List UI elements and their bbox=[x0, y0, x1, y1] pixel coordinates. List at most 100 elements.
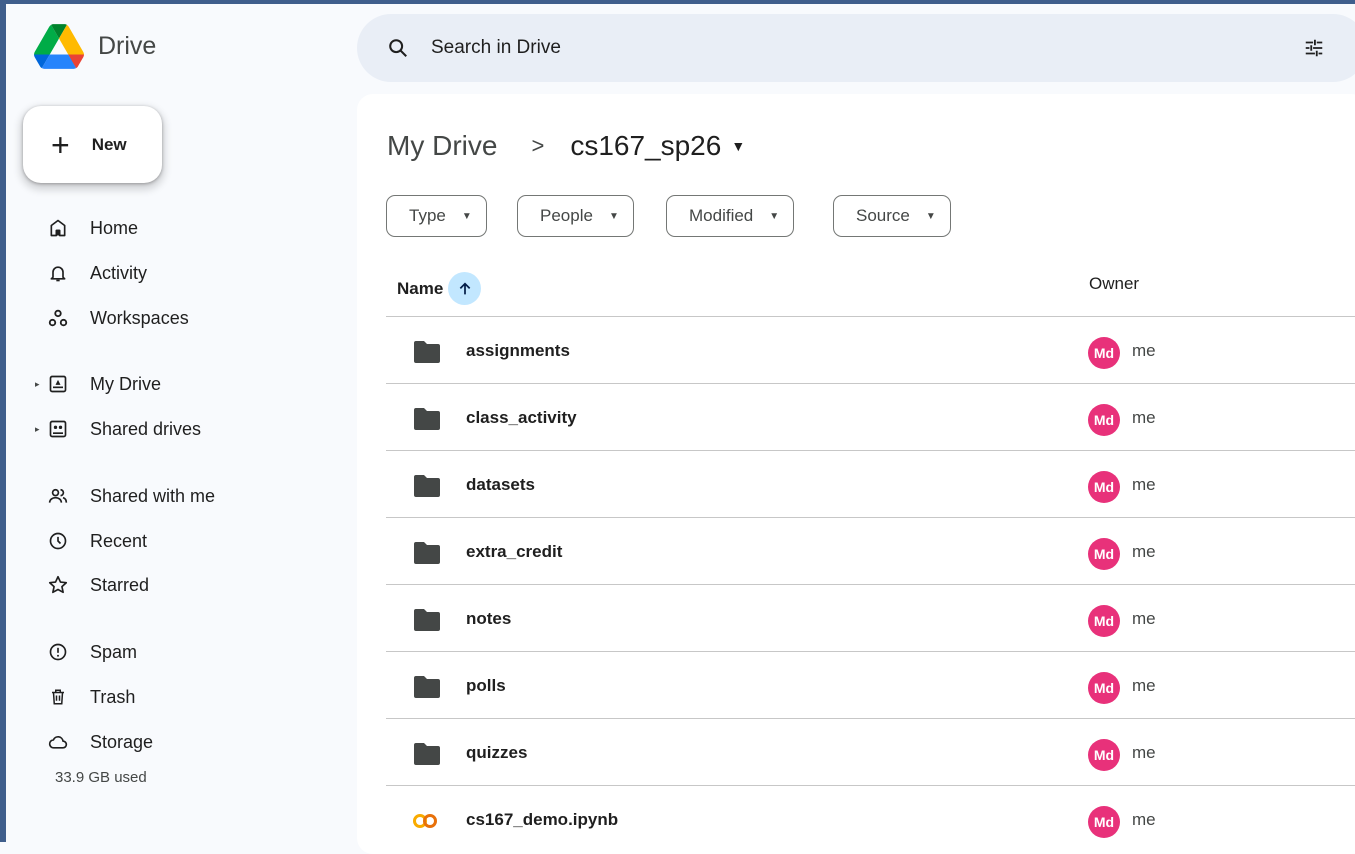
file-name: class_activity bbox=[466, 408, 577, 427]
clock-icon bbox=[47, 530, 69, 552]
workspaces-icon bbox=[47, 307, 69, 329]
folder-icon bbox=[412, 742, 442, 771]
sidebar-item-activity[interactable]: Activity bbox=[30, 257, 147, 289]
drive-logo[interactable]: Drive bbox=[34, 24, 156, 69]
avatar: Md bbox=[1088, 806, 1120, 838]
avatar: Md bbox=[1088, 672, 1120, 704]
storage-used-text: 33.9 GB used bbox=[55, 769, 147, 786]
sidebar-item-label: Starred bbox=[90, 574, 150, 595]
sidebar-item-starred[interactable]: Starred bbox=[30, 569, 149, 601]
dropdown-arrow-icon: ▼ bbox=[608, 210, 619, 222]
drive-logo-icon bbox=[34, 24, 84, 69]
filter-people[interactable]: People ▼ bbox=[517, 195, 634, 237]
sidebar-item-label: Spam bbox=[90, 641, 138, 662]
people-icon bbox=[47, 485, 69, 507]
folder-icon bbox=[412, 474, 442, 503]
avatar: Md bbox=[1088, 404, 1120, 436]
owner-name: me bbox=[1132, 676, 1156, 695]
sidebar-item-storage[interactable]: Storage bbox=[30, 726, 153, 758]
divider bbox=[386, 450, 1355, 451]
search-icon[interactable] bbox=[387, 37, 409, 59]
divider bbox=[386, 517, 1355, 518]
avatar: Md bbox=[1088, 605, 1120, 637]
folder-icon bbox=[412, 541, 442, 570]
file-name: notes bbox=[466, 609, 512, 628]
avatar: Md bbox=[1088, 471, 1120, 503]
filter-label: People bbox=[540, 206, 593, 225]
column-header-name[interactable]: Name bbox=[397, 272, 482, 305]
sidebar-item-my-drive[interactable]: ▸ My Drive bbox=[30, 368, 161, 400]
sidebar-item-label: Home bbox=[90, 217, 139, 238]
sidebar-item-label: Workspaces bbox=[90, 307, 189, 328]
owner-name: me bbox=[1132, 341, 1156, 360]
search-input[interactable]: Search in Drive bbox=[431, 37, 561, 59]
breadcrumb-root[interactable]: My Drive bbox=[387, 130, 497, 162]
folder-icon bbox=[412, 675, 442, 704]
sidebar-item-recent[interactable]: Recent bbox=[30, 525, 147, 557]
dropdown-arrow-icon: ▼ bbox=[769, 210, 780, 222]
filter-modified[interactable]: Modified ▼ bbox=[666, 195, 795, 237]
table-row[interactable]: polls Md me bbox=[386, 653, 1355, 719]
cloud-icon bbox=[47, 731, 69, 753]
new-button[interactable]: + New bbox=[23, 106, 162, 183]
search-options-icon[interactable] bbox=[1303, 37, 1325, 64]
breadcrumb: My Drive > cs167_sp26 ▼ bbox=[387, 130, 745, 162]
sidebar-item-workspaces[interactable]: Workspaces bbox=[30, 302, 189, 334]
divider bbox=[386, 316, 1355, 317]
avatar: Md bbox=[1088, 337, 1120, 369]
filter-source[interactable]: Source ▼ bbox=[833, 195, 951, 237]
sidebar-item-shared-drives[interactable]: ▸ Shared drives bbox=[30, 413, 201, 445]
main-panel: My Drive > cs167_sp26 ▼ Type ▼ People ▼ Mo… bbox=[357, 94, 1355, 854]
sidebar-item-label: My Drive bbox=[90, 373, 161, 394]
table-row[interactable]: cs167_demo.ipynb Md me bbox=[386, 787, 1355, 853]
folder-menu-dropdown-icon[interactable]: ▼ bbox=[731, 138, 745, 154]
expand-caret-icon[interactable]: ▸ bbox=[35, 379, 40, 390]
folder-icon bbox=[412, 407, 442, 436]
file-name: extra_credit bbox=[466, 542, 563, 561]
divider bbox=[386, 718, 1355, 719]
table-row[interactable]: datasets Md me bbox=[386, 452, 1355, 518]
shared-drives-icon bbox=[47, 418, 69, 440]
star-icon bbox=[47, 574, 69, 596]
sort-ascending-icon[interactable] bbox=[448, 272, 482, 305]
sidebar-item-label: Storage bbox=[90, 731, 154, 752]
owner-name: me bbox=[1132, 609, 1156, 628]
file-name: assignments bbox=[466, 341, 570, 360]
column-header-owner[interactable]: Owner bbox=[1089, 274, 1139, 294]
table-row[interactable]: assignments Md me bbox=[386, 318, 1355, 384]
folder-icon bbox=[412, 340, 442, 369]
breadcrumb-current[interactable]: cs167_sp26 bbox=[570, 130, 721, 162]
file-name: polls bbox=[466, 676, 506, 695]
owner-name: me bbox=[1132, 408, 1156, 427]
divider bbox=[386, 584, 1355, 585]
folder-icon bbox=[412, 608, 442, 637]
expand-caret-icon[interactable]: ▸ bbox=[35, 424, 40, 435]
sidebar-item-label: Activity bbox=[90, 262, 148, 283]
home-icon bbox=[47, 217, 69, 239]
table-row[interactable]: quizzes Md me bbox=[386, 720, 1355, 786]
my-drive-icon bbox=[47, 373, 69, 395]
sidebar-item-label: Shared drives bbox=[90, 418, 202, 439]
trash-icon bbox=[47, 686, 69, 708]
file-name: quizzes bbox=[466, 743, 528, 762]
filter-type[interactable]: Type ▼ bbox=[386, 195, 487, 237]
avatar: Md bbox=[1088, 739, 1120, 771]
sidebar-item-label: Trash bbox=[90, 686, 136, 707]
filter-label: Source bbox=[856, 206, 910, 225]
table-row[interactable]: class_activity Md me bbox=[386, 385, 1355, 451]
divider bbox=[386, 785, 1355, 786]
sidebar-item-spam[interactable]: Spam bbox=[30, 636, 137, 668]
owner-name: me bbox=[1132, 542, 1156, 561]
sidebar-item-trash[interactable]: Trash bbox=[30, 681, 135, 713]
sidebar-item-home[interactable]: Home bbox=[30, 212, 138, 244]
divider bbox=[386, 651, 1355, 652]
divider bbox=[386, 383, 1355, 384]
dropdown-arrow-icon: ▼ bbox=[925, 210, 936, 222]
file-name: datasets bbox=[466, 475, 535, 494]
plus-icon: + bbox=[51, 126, 70, 163]
sidebar-item-shared-with-me[interactable]: Shared with me bbox=[30, 480, 215, 512]
search-bar[interactable]: Search in Drive bbox=[357, 14, 1355, 82]
table-row[interactable]: extra_credit Md me bbox=[386, 519, 1355, 585]
filter-label: Modified bbox=[689, 206, 754, 225]
table-row[interactable]: notes Md me bbox=[386, 586, 1355, 652]
